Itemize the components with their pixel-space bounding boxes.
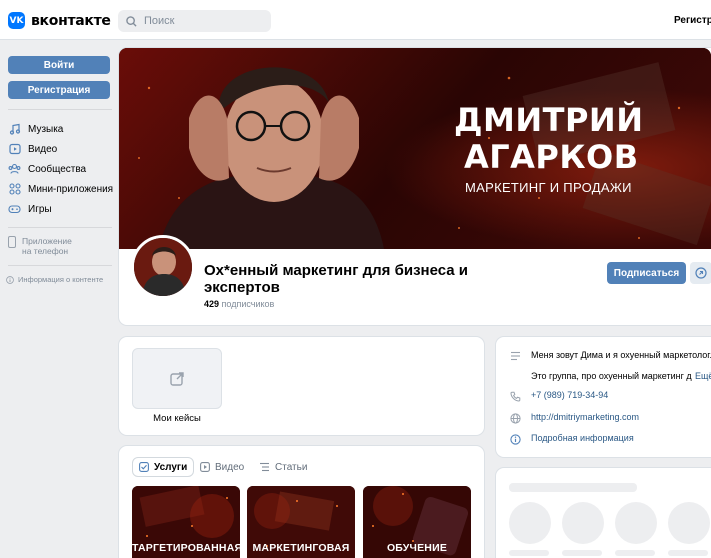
tab-video[interactable]: Видео	[194, 457, 250, 477]
content-info-label: Информация о контенте	[18, 275, 104, 284]
video-icon	[200, 462, 210, 472]
app-link-line1: Приложение	[22, 236, 72, 246]
globe-icon	[509, 412, 521, 424]
tab-label: Видео	[215, 461, 245, 473]
games-icon	[8, 203, 21, 216]
vk-logo-icon: VK	[8, 12, 25, 29]
tab-articles[interactable]: Статьи	[253, 457, 313, 477]
description-text: Меня зовут Дима и я охуенный маркетолог.	[531, 350, 711, 360]
case-label[interactable]: Мои кейсы	[132, 413, 222, 424]
skeleton-avatar	[668, 502, 710, 544]
sidebar-item-label: Игры	[28, 203, 52, 215]
skeleton-line	[509, 550, 549, 556]
tab-label: Статьи	[275, 461, 308, 473]
skeleton-line	[509, 483, 637, 492]
articles-icon	[260, 462, 269, 472]
top-bar: VK вконтакте Регистра	[0, 0, 711, 40]
sidebar-item-label: Музыка	[28, 123, 64, 135]
sidebar-menu: Музыка Видео Сообщества Мини-приложения …	[8, 119, 114, 219]
group-title: Ох*енный маркетинг для бизнеса и эксперт…	[204, 262, 468, 296]
show-more-link[interactable]: Ещё	[695, 371, 711, 381]
music-icon	[8, 123, 21, 136]
case-tile[interactable]	[132, 348, 222, 409]
sidebar-item-mini-apps[interactable]: Мини-приложения	[8, 179, 114, 199]
phone-row: +7 (989) 719-34-94	[509, 390, 608, 402]
cover-title-line2: АГАРКОВ	[464, 138, 639, 176]
search-box[interactable]	[118, 10, 271, 32]
share-icon	[695, 267, 707, 279]
content-info-link[interactable]: Информация о контенте	[6, 275, 103, 284]
video-icon	[8, 143, 21, 156]
register-button[interactable]: Регистрация	[8, 81, 110, 99]
search-icon	[126, 15, 137, 27]
sidebar-item-label: Видео	[28, 143, 58, 155]
sidebar-item-games[interactable]: Игры	[8, 199, 114, 219]
logo-text: вконтакте	[31, 12, 111, 29]
avatar-image	[134, 238, 192, 296]
login-button[interactable]: Войти	[8, 56, 110, 74]
subscriber-label: подписчиков	[221, 299, 275, 309]
search-input[interactable]	[144, 15, 254, 27]
phone-icon	[509, 390, 521, 402]
service-card[interactable]: ОБУЧЕНИЕ	[363, 486, 471, 558]
tab-services[interactable]: Услуги	[132, 457, 195, 477]
skeleton-avatar	[615, 502, 657, 544]
external-link-icon	[170, 371, 184, 386]
share-button[interactable]	[690, 262, 711, 284]
description-icon	[509, 350, 521, 362]
sidebar-item-music[interactable]: Музыка	[8, 119, 114, 139]
phone-icon	[8, 236, 16, 248]
sidebar-item-communities[interactable]: Сообщества	[8, 159, 114, 179]
cover-title-line1: ДМИТРИЙ	[454, 101, 644, 139]
check-square-icon	[139, 462, 149, 472]
tab-label: Услуги	[154, 461, 188, 473]
sidebar-item-label: Мини-приложения	[28, 183, 114, 195]
cover-subtitle: МАРКЕТИНГ И ПРОДАЖИ	[465, 180, 632, 195]
service-label: ТАРГЕТИРОВАННАЯ	[132, 542, 240, 554]
mobile-app-link[interactable]: Приложение на телефон	[8, 236, 72, 256]
app-link-line2: на телефон	[22, 246, 69, 256]
sidebar-divider	[8, 227, 112, 228]
group-cover: ДМИТРИЙ АГАРКОВ МАРКЕТИНГ И ПРОДАЖИ	[119, 48, 711, 249]
details-link[interactable]: Подробная информация	[531, 433, 634, 443]
subscribe-button[interactable]: Подписаться	[607, 262, 686, 284]
website-link[interactable]: http://dmitriymarketing.com	[531, 412, 639, 422]
skeleton-avatar	[562, 502, 604, 544]
description-row-2: Это группа, про охуенный маркетинг д	[531, 371, 692, 381]
service-label: МАРКЕТИНГОВАЯ	[252, 542, 350, 554]
sidebar-item-video[interactable]: Видео	[8, 139, 114, 159]
skeleton-line	[668, 550, 708, 556]
description-text-2: Это группа, про охуенный маркетинг д	[531, 371, 692, 381]
skeleton-line	[562, 550, 602, 556]
skeleton-line	[615, 550, 655, 556]
subscriber-count[interactable]: 429 подписчиков	[204, 299, 274, 309]
sidebar-divider	[8, 265, 112, 266]
description-row: Меня зовут Дима и я охуенный маркетолог.	[509, 350, 711, 362]
phone-number[interactable]: +7 (989) 719-34-94	[531, 390, 608, 400]
service-label: ОБУЧЕНИЕ	[386, 542, 448, 554]
info-icon	[509, 433, 521, 445]
sidebar-divider	[8, 109, 112, 110]
subscriber-number: 429	[204, 299, 220, 309]
mini-apps-icon	[8, 183, 21, 196]
skeleton-avatar	[509, 502, 551, 544]
group-avatar[interactable]	[131, 235, 195, 299]
sidebar-item-label: Сообщества	[28, 163, 87, 175]
service-card[interactable]: МАРКЕТИНГОВАЯ	[247, 486, 355, 558]
service-card[interactable]: ТАРГЕТИРОВАННАЯ	[132, 486, 240, 558]
info-icon	[6, 275, 14, 284]
communities-icon	[8, 163, 21, 176]
details-row: Подробная информация	[509, 433, 634, 445]
vk-logo[interactable]: VK вконтакте	[8, 12, 111, 29]
top-register-link[interactable]: Регистра	[674, 15, 711, 26]
website-row: http://dmitriymarketing.com	[509, 412, 639, 424]
